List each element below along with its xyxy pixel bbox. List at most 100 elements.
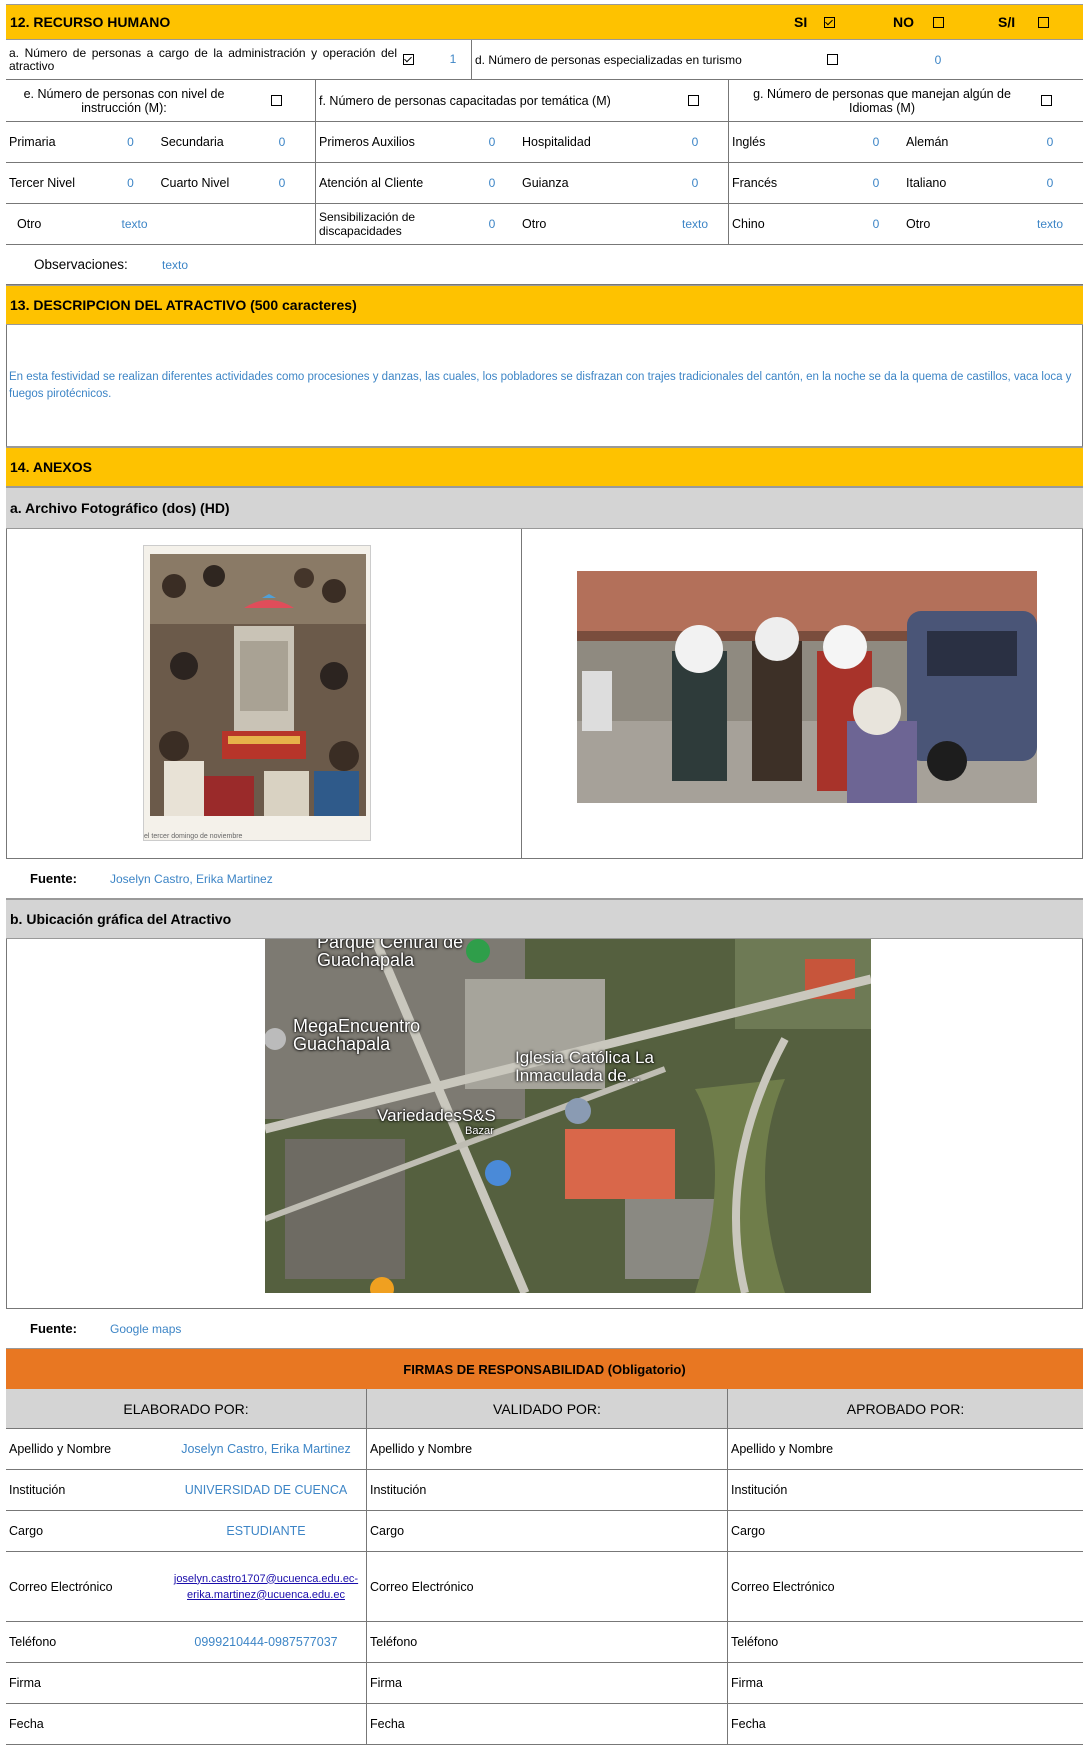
firma-label: Teléfono [731,1635,779,1649]
firma-aprobado-cell: Fecha [728,1704,1083,1744]
firma-elaborado-cell: Teléfono 0999210444-0987577037 [6,1622,367,1662]
row-a-d: a. Número de personas a cargo de la admi… [6,40,1083,80]
field-d-checkbox[interactable] [827,54,838,65]
firma-label: Apellido y Nombre [731,1442,834,1456]
recurso-label: Secundaria [160,135,224,149]
si-no-checkbox[interactable] [1038,16,1049,28]
descripcion-box: En esta festividad se realizan diferente… [6,325,1083,447]
firma-label: Fecha [9,1717,44,1731]
firma-label: Firma [9,1676,41,1690]
field-e: e. Número de personas con nivel de instr… [6,80,316,121]
field-a-value: 1 [449,52,457,66]
dancers-image [577,571,1037,803]
recurso-value: 0 [488,135,496,149]
recurso-value: 0 [127,176,134,190]
recurso-group: Atención al Cliente 0 Guianza 0 [316,163,729,203]
firma-aprobado-cell: Apellido y Nombre [728,1429,1083,1469]
field-f-checkbox[interactable] [688,95,699,106]
firma-value: Joselyn Castro, Erika Martinez [169,1442,363,1456]
field-a: a. Número de personas a cargo de la admi… [6,40,472,79]
recurso-group: Francés 0 Italiano 0 [729,163,1083,203]
col-elaborado: ELABORADO POR: [6,1389,367,1428]
recurso-label: Francés [732,176,778,190]
recurso-label: Italiano [906,176,947,190]
recurso-value: 0 [872,176,880,190]
si-no-label: S/I [998,14,1016,30]
recurso-label: Otro [17,217,42,231]
section-13-header: 13. DESCRIPCION DEL ATRACTIVO (500 carac… [6,285,1083,325]
email-link[interactable]: erika.martinez@ucuenca.edu.ec [169,1587,363,1603]
firmas-header: FIRMAS DE RESPONSABILIDAD (Obligatorio) [6,1349,1083,1389]
section-12-header: 12. RECURSO HUMANO SI NO S/I [6,4,1083,40]
firma-value-text: 0999210444-0987577037 [194,1635,338,1649]
firma-label: Teléfono [370,1635,418,1649]
firma-elaborado-cell: Correo Electrónico joselyn.castro1707@ucu… [6,1552,367,1621]
recurso-table: Primaria 0 Secundaria 0 Primeros Auxilios 0 Ho… [6,122,1083,245]
firma-label: Apellido y Nombre [9,1442,112,1456]
recurso-value: 0 [872,217,880,231]
recurso-group: Inglés 0 Alemán 0 [729,122,1083,162]
recurso-value: 0 [488,176,496,190]
recurso-value: texto [1036,217,1063,231]
firmas-col-headers: ELABORADO POR: VALIDADO POR: APROBADO PO… [6,1389,1083,1429]
recurso-label: Otro [906,217,931,231]
ubicacion-title: b. Ubicación gráfica del Atractivo [10,911,232,927]
mapa-fuente-label: Fuente: [30,1321,77,1336]
firma-aprobado-cell: Teléfono [728,1622,1083,1662]
recurso-group: Primeros Auxilios 0 Hospitalidad 0 [316,122,729,162]
firma-aprobado-cell: Correo Electrónico [728,1552,1083,1621]
no-label: NO [893,14,914,30]
firma-label: Fecha [370,1717,405,1731]
map-label[interactable]: Bazar [465,1122,665,1140]
firma-row: Correo Electrónico joselyn.castro1707@ucu… [6,1552,1083,1622]
firma-aprobado-cell: Cargo [728,1511,1083,1551]
firma-validado-cell: Institución [367,1470,728,1510]
map-label[interactable]: Parque Central de Guachapala [317,939,467,969]
firma-value-text: UNIVERSIDAD DE CUENCA [184,1483,348,1497]
firma-label: Cargo [370,1524,405,1538]
si-label: SI [794,14,808,30]
field-a-checkbox[interactable] [403,54,414,65]
satellite-map[interactable]: Parque Central de Guachapala MegaEncuentr… [265,939,871,1293]
firma-row: Apellido y Nombre Joselyn Castro, Erika M… [6,1429,1083,1470]
observaciones-row: Observaciones: texto [6,245,1083,285]
firma-validado-cell: Fecha [367,1704,728,1744]
section-14-header: 14. ANEXOS [6,447,1083,487]
photo-panel: el tercer domingo de noviembre [6,529,1083,859]
recurso-row: Primaria 0 Secundaria 0 Primeros Auxilios 0 Ho… [6,122,1083,163]
section-14-title: 14. ANEXOS [10,459,92,475]
firma-label: Correo Electrónico [731,1579,835,1594]
recurso-label: Primaria [9,135,56,149]
firma-value: UNIVERSIDAD DE CUENCA [169,1483,363,1497]
email-link[interactable]: joselyn.castro1707@ucuenca.edu.ec- [169,1571,363,1587]
firma-label: Cargo [731,1524,766,1538]
si-checkbox[interactable] [824,16,835,28]
recurso-label: Sensibilización de discapacidades [319,210,416,238]
field-d: d. Número de personas especializadas en … [472,40,1083,79]
recurso-label: Tercer Nivel [9,176,75,190]
col-aprobado: APROBADO POR: [846,1400,965,1417]
ubicacion-subheader: b. Ubicación gráfica del Atractivo [6,899,1083,939]
firma-elaborado-cell: Cargo ESTUDIANTE [6,1511,367,1551]
recurso-label: Otro [522,217,547,231]
firma-elaborado-cell: Institución UNIVERSIDAD DE CUENCA [6,1470,367,1510]
firma-label: Cargo [9,1524,44,1538]
field-e-checkbox[interactable] [271,95,282,106]
foto-fuente: Fuente: Joselyn Castro, Erika Martinez [6,859,1083,898]
no-checkbox[interactable] [933,16,944,28]
firma-label: Teléfono [9,1635,57,1649]
photo-caption: el tercer domingo de noviembre [144,833,243,840]
observaciones-value: texto [162,257,189,272]
col-validado: VALIDADO POR: [367,1389,728,1428]
map-label[interactable]: Iglesia Católica La Inmaculada de... [515,1049,685,1085]
recurso-row: Tercer Nivel 0 Cuarto Nivel 0 Atención al Cl… [6,163,1083,204]
field-g-checkbox[interactable] [1041,95,1052,106]
firmas-table: Apellido y Nombre Joselyn Castro, Erika M… [6,1429,1083,1745]
recurso-value: 0 [691,176,699,190]
firma-validado-cell: Apellido y Nombre [367,1429,728,1469]
firma-validado-cell: Cargo [367,1511,728,1551]
foto-fuente-label: Fuente: [30,871,77,886]
recurso-value: 0 [1046,176,1054,190]
map-label[interactable]: MegaEncuentro Guachapala [293,1017,493,1053]
field-f: f. Número de personas capacitadas por te… [316,80,729,121]
